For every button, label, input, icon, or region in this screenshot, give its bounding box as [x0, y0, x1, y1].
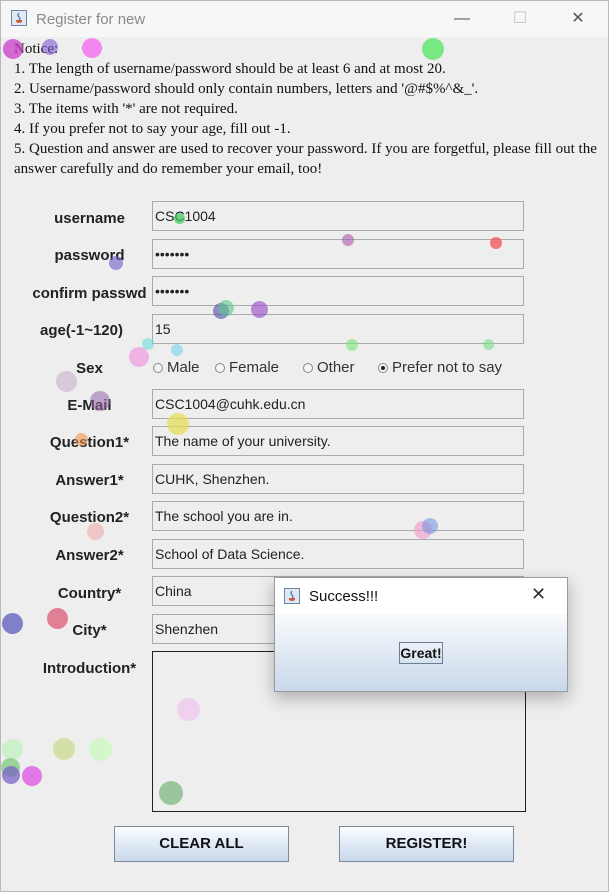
answer1-label: Answer1* — [55, 472, 124, 489]
confirm-password-field[interactable]: ••••••• — [152, 276, 524, 306]
radio-label: Female — [229, 359, 280, 376]
decorative-dot — [2, 739, 23, 760]
question2-field[interactable]: The school you are in. — [152, 501, 524, 531]
decorative-dot — [483, 339, 494, 350]
decorative-dot — [2, 613, 23, 634]
decorative-dot — [82, 38, 102, 58]
radio-icon — [303, 362, 313, 373]
age-field[interactable]: 15 — [152, 314, 524, 344]
country-label: Country* — [57, 585, 122, 602]
sex-radio-female[interactable]: Female — [215, 359, 279, 376]
decorative-dot — [42, 39, 58, 55]
notice-heading: Notice: — [14, 41, 59, 57]
dialog-title: Success!!! — [309, 588, 379, 605]
minimize-button[interactable]: — — [433, 1, 491, 37]
decorative-dot — [109, 256, 123, 270]
decorative-dot — [251, 301, 268, 318]
decorative-dot — [129, 347, 149, 367]
java-icon — [284, 588, 300, 604]
username-label: username — [54, 210, 125, 227]
register-button[interactable]: REGISTER! — [339, 826, 514, 862]
answer2-label: Answer2* — [55, 547, 124, 564]
notice-block: Notice: 1. The length of username/passwo… — [14, 39, 608, 179]
decorative-dot — [75, 433, 88, 446]
decorative-dot — [218, 300, 234, 316]
decorative-dot — [3, 39, 23, 59]
question1-field[interactable]: The name of your university. — [152, 426, 524, 456]
confirm-password-label: confirm passwd — [32, 285, 147, 302]
radio-icon — [215, 362, 225, 373]
notice-line: 4. If you prefer not to say your age, fi… — [14, 121, 291, 137]
decorative-dot — [422, 38, 444, 60]
decorative-dot — [56, 371, 77, 392]
introduction-label: Introduction* — [42, 660, 137, 677]
age-label: age(-1~120) — [40, 322, 123, 339]
decorative-dot — [90, 391, 110, 411]
answer2-field[interactable]: School of Data Science. — [152, 539, 524, 569]
username-field[interactable]: CSC1004 — [152, 201, 524, 231]
decorative-dot — [87, 523, 104, 540]
notice-line: 5. Question and answer are used to recov… — [14, 141, 597, 177]
dialog-close-button[interactable]: ✕ — [531, 584, 546, 605]
notice-line: 3. The items with '*' are not required. — [14, 101, 238, 117]
register-window: Register for new — ☐ ✕ Notice: 1. The le… — [0, 0, 609, 892]
password-field[interactable]: ••••••• — [152, 239, 524, 269]
sex-radio-male[interactable]: Male — [153, 359, 200, 376]
success-dialog: Success!!! ✕ Great! — [274, 577, 568, 692]
decorative-dot — [2, 766, 20, 784]
clear-all-button[interactable]: CLEAR ALL — [114, 826, 289, 862]
title-bar: Register for new — ☐ ✕ — [1, 1, 608, 37]
maximize-button[interactable]: ☐ — [491, 1, 549, 37]
decorative-dot — [89, 738, 112, 761]
decorative-dot — [422, 518, 438, 534]
decorative-dot — [22, 766, 42, 786]
password-label: password — [54, 247, 125, 264]
radio-icon — [153, 362, 163, 373]
decorative-dot — [174, 213, 185, 224]
notice-line: 1. The length of username/password shoul… — [14, 61, 446, 77]
radio-label: Other — [317, 359, 355, 376]
java-icon — [11, 10, 27, 26]
question2-label: Question2* — [49, 509, 130, 526]
decorative-dot — [167, 413, 189, 435]
notice-line: 2. Username/password should only contain… — [14, 81, 479, 97]
decorative-dot — [177, 698, 200, 721]
decorative-dot — [53, 738, 75, 760]
city-label: City* — [72, 622, 107, 639]
email-field[interactable]: CSC1004@cuhk.edu.cn — [152, 389, 524, 419]
answer1-field[interactable]: CUHK, Shenzhen. — [152, 464, 524, 494]
decorative-dot — [490, 237, 502, 249]
radio-selected-icon — [378, 362, 388, 373]
close-button[interactable]: ✕ — [549, 1, 607, 37]
radio-label: Prefer not to say — [392, 359, 503, 376]
window-title: Register for new — [36, 11, 146, 28]
great-button[interactable]: Great! — [399, 642, 443, 664]
radio-label: Male — [167, 359, 200, 376]
decorative-dot — [346, 339, 358, 351]
question1-label: Question1* — [49, 434, 130, 451]
decorative-dot — [159, 781, 183, 805]
decorative-dot — [342, 234, 354, 246]
sex-radio-other[interactable]: Other — [303, 359, 355, 376]
decorative-dot — [47, 608, 68, 629]
dialog-title-bar: Success!!! ✕ — [275, 578, 567, 614]
sex-radio-prefer-not-to-say[interactable]: Prefer not to say — [378, 359, 502, 376]
dialog-body: Great! — [275, 614, 567, 691]
decorative-dot — [171, 344, 183, 356]
